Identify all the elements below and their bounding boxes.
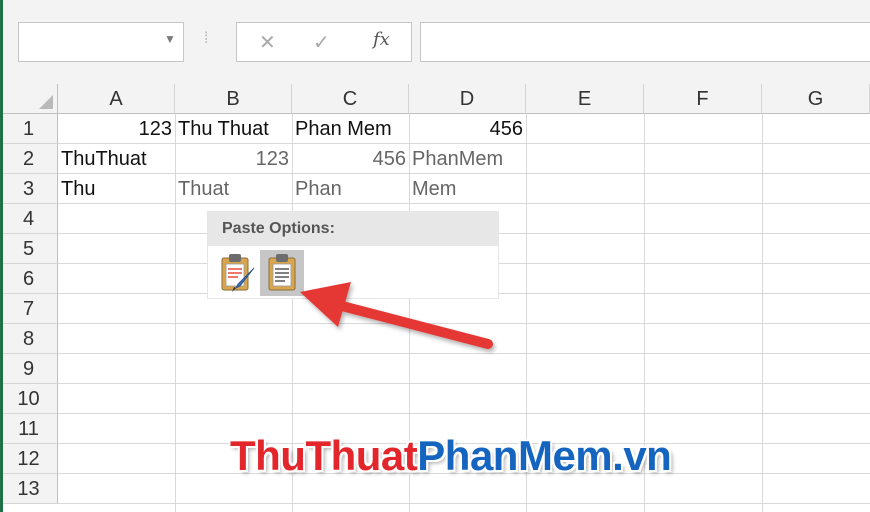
paste-options-popup: Paste Options: [208, 212, 498, 298]
cell-c3[interactable]: Phan [292, 174, 409, 204]
cell-c1[interactable]: Phan Mem [292, 114, 409, 144]
row-header-11[interactable]: 11 [0, 414, 58, 444]
cell-d2[interactable]: PhanMem [409, 144, 526, 174]
cell-a1[interactable]: 123 [58, 114, 175, 144]
column-header-f[interactable]: F [644, 84, 762, 114]
cell-d1[interactable]: 456 [409, 114, 526, 144]
row-header-9[interactable]: 9 [0, 354, 58, 384]
cell-a3[interactable]: Thu [58, 174, 175, 204]
row-header-6[interactable]: 6 [0, 264, 58, 294]
enter-icon[interactable]: ✓ [313, 30, 330, 55]
row-header-7[interactable]: 7 [0, 294, 58, 324]
name-box[interactable] [18, 22, 184, 62]
cell-b1[interactable]: Thu Thuat [175, 114, 292, 144]
formula-bar-grip-icon: ⁞ [204, 30, 209, 47]
cell-c2[interactable]: 456 [292, 144, 409, 174]
gridline [58, 413, 870, 414]
row-header-12[interactable]: 12 [0, 444, 58, 474]
select-all-icon [39, 95, 53, 109]
column-header-c[interactable]: C [292, 84, 409, 114]
paste-options-title: Paste Options: [208, 212, 498, 246]
match-destination-formatting-button[interactable] [260, 250, 304, 296]
row-header-2[interactable]: 2 [0, 144, 58, 174]
select-all-button[interactable] [0, 84, 58, 114]
row-header-8[interactable]: 8 [0, 324, 58, 354]
formula-input[interactable] [420, 22, 870, 62]
cell-b2[interactable]: 123 [175, 144, 292, 174]
insert-function-icon[interactable]: fx [373, 29, 390, 50]
keep-source-formatting-icon [221, 254, 255, 292]
row-header-13[interactable]: 13 [0, 474, 58, 504]
watermark-part-2: PhanMem.vn [417, 432, 672, 479]
row-header-4[interactable]: 4 [0, 204, 58, 234]
formula-buttons: ✕ ✓ fx [236, 22, 412, 62]
column-header-a[interactable]: A [58, 84, 175, 114]
column-header-b[interactable]: B [175, 84, 292, 114]
keep-source-formatting-button[interactable] [214, 250, 258, 296]
row-header-1[interactable]: 1 [0, 114, 58, 144]
gridline [58, 323, 870, 324]
column-header-g[interactable]: G [762, 84, 870, 114]
column-header-e[interactable]: E [526, 84, 644, 114]
cell-b3[interactable]: Thuat [175, 174, 292, 204]
match-destination-formatting-icon [268, 254, 296, 291]
column-header-d[interactable]: D [409, 84, 526, 114]
cell-d3[interactable]: Mem [409, 174, 526, 204]
row-header-3[interactable]: 3 [0, 174, 58, 204]
gridline [58, 503, 870, 504]
row-header-10[interactable]: 10 [0, 384, 58, 414]
cancel-icon[interactable]: ✕ [259, 30, 276, 55]
window-edge [0, 0, 3, 512]
row-header-5[interactable]: 5 [0, 234, 58, 264]
watermark-part-1: ThuThuat [230, 432, 418, 479]
gridline [58, 383, 870, 384]
gridline [58, 353, 870, 354]
watermark-logo: ThuThuatPhanMem.vn [230, 432, 672, 480]
formula-bar: ▼ ⁞ ✕ ✓ fx [0, 0, 870, 85]
cell-a2[interactable]: ThuThuat [58, 144, 175, 174]
